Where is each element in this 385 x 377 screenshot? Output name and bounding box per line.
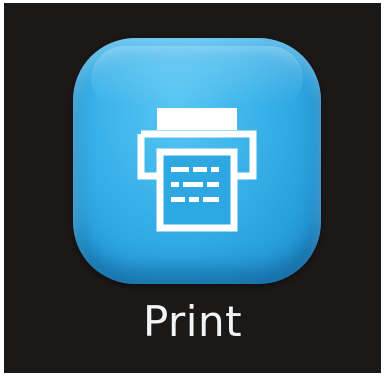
print-app-button[interactable]	[73, 38, 321, 284]
app-label: Print	[142, 297, 243, 346]
home-screen-panel: Print	[4, 3, 381, 373]
printer-icon	[137, 108, 257, 232]
